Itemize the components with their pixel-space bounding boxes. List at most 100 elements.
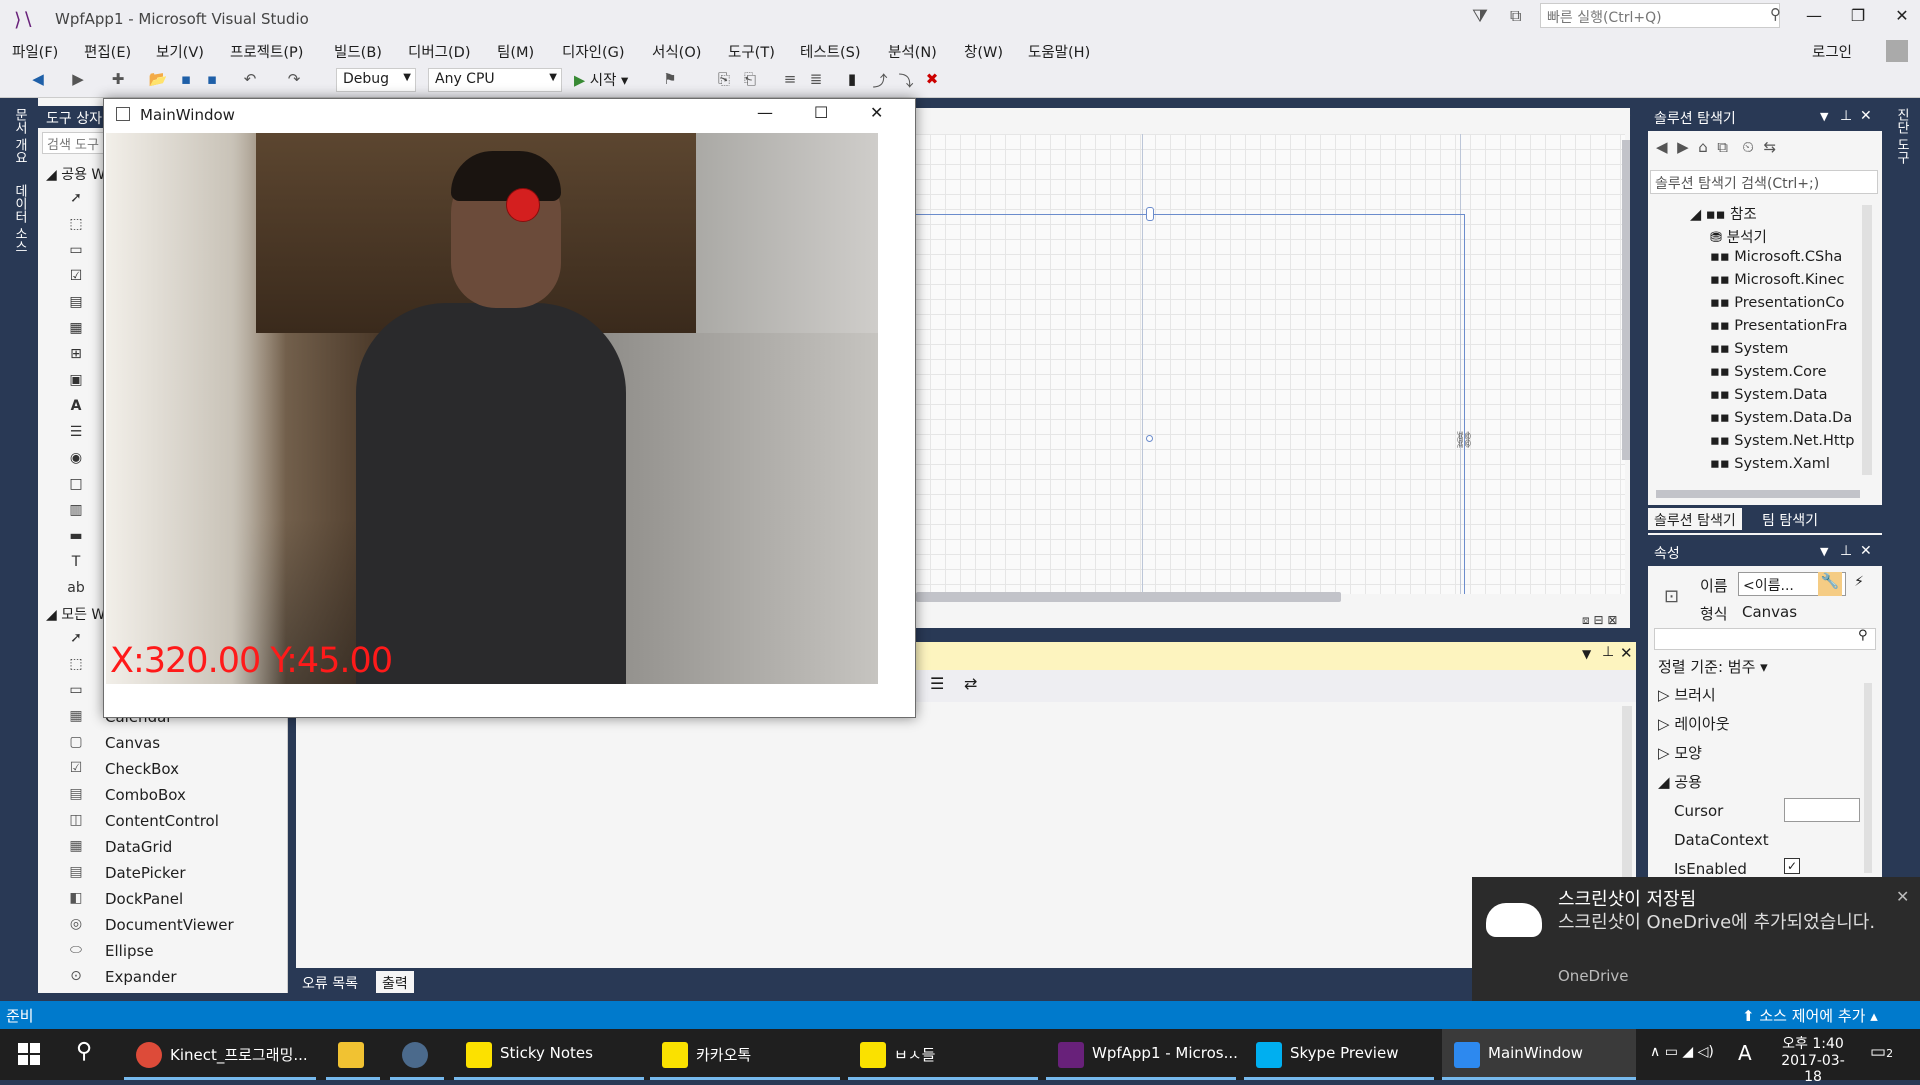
start-button[interactable] [18, 1043, 40, 1065]
toolbox-group-all[interactable]: ◢ 모든 W [46, 604, 105, 624]
grid-icon[interactable]: ⊞ [66, 346, 86, 366]
new-project-icon[interactable]: ✚ [108, 70, 128, 90]
close-icon[interactable]: ✕ [1860, 543, 1872, 559]
border-icon[interactable]: ⬚ [66, 656, 86, 676]
login-link[interactable]: 로그인 [1812, 41, 1852, 62]
category-layout[interactable]: ▷ 레이아웃 [1658, 713, 1730, 734]
back-icon[interactable]: ◀ [1656, 138, 1668, 156]
anchor-handle[interactable] [1146, 435, 1153, 442]
uncomment-icon[interactable]: ≣ [806, 70, 826, 90]
taskbar-steam[interactable] [390, 1029, 444, 1080]
category-appearance[interactable]: ▷ 모양 [1658, 742, 1702, 763]
menu-file[interactable]: 파일(F) [12, 41, 58, 62]
resize-handle[interactable] [1146, 207, 1154, 221]
menu-test[interactable]: 테스트(S) [800, 41, 861, 62]
toolbox-item-documentviewer[interactable]: ◎ DocumentViewer [38, 914, 288, 940]
textblock-icon[interactable]: T [66, 554, 86, 574]
reference-item[interactable]: ▪▪ PresentationCo [1710, 295, 1870, 311]
toolbox-item-datagrid[interactable]: ▦ DataGrid [38, 836, 288, 862]
pin-icon[interactable]: ⊥ [1602, 644, 1614, 660]
menu-team[interactable]: 팀(M) [497, 41, 534, 62]
reference-item[interactable]: ⛃ 분석기 [1710, 226, 1767, 247]
taskbar-chrome[interactable]: Kinect_프로그래밍... [124, 1029, 316, 1080]
close-icon[interactable]: ✕ [1860, 108, 1872, 124]
open-icon[interactable]: 📂 [148, 70, 168, 90]
menu-design[interactable]: 디자인(G) [562, 41, 625, 62]
tab-solution-explorer[interactable]: 솔루션 탐색기 [1648, 508, 1742, 530]
solution-search-input[interactable]: 솔루션 탐색기 검색(Ctrl+;) [1650, 170, 1878, 194]
tab-data-sources[interactable]: 데이터 소스 [10, 184, 29, 253]
undo-icon[interactable]: ↶ [240, 70, 260, 90]
word-wrap-icon[interactable]: ⇄ [964, 674, 977, 693]
filter-icon[interactable]: ⧩ [1472, 6, 1488, 27]
reference-item[interactable]: ▪▪ System.Data.Da [1710, 410, 1870, 426]
reference-item[interactable]: ▪▪ System.Net.Http [1710, 433, 1870, 449]
menu-project[interactable]: 프로젝트(P) [230, 41, 303, 62]
toolbox-item-canvas[interactable]: ▢ Canvas [38, 732, 288, 758]
clear-all-icon[interactable]: ☰ [930, 674, 944, 693]
toolbox-item-contentcontrol[interactable]: ◫ ContentControl [38, 810, 288, 836]
bookmark-prev-icon[interactable]: ⤴ [870, 70, 890, 90]
toolbox-group-common[interactable]: ◢ 공용 W [46, 164, 105, 184]
chevron-down-icon[interactable]: ▼ [1820, 545, 1828, 558]
solution-scrollbar[interactable] [1862, 205, 1872, 475]
cursor-value-input[interactable] [1784, 798, 1860, 822]
sort-by-dropdown[interactable]: 정렬 기준: 범주 ▾ [1658, 656, 1768, 677]
reference-item[interactable]: ▪▪ Microsoft.Kinec [1710, 272, 1870, 288]
menu-window[interactable]: 창(W) [964, 41, 1003, 62]
start-button[interactable]: ▶ 시작 ▾ [574, 69, 628, 93]
redo-icon[interactable]: ↷ [284, 70, 304, 90]
button-icon[interactable]: ▭ [66, 682, 86, 702]
quick-launch-input[interactable]: 빠른 실행(Ctrl+Q) [1540, 3, 1780, 28]
border-icon[interactable]: ⬚ [66, 216, 86, 236]
image-icon[interactable]: ▣ [66, 372, 86, 392]
taskbar-kakaotalk-chat[interactable]: ㅂㅅ들 [848, 1029, 1038, 1080]
solution-hscrollbar[interactable] [1656, 490, 1860, 498]
toolbar-tool-icon[interactable]: ⎘ [714, 70, 734, 90]
taskbar-visual-studio[interactable]: WpfApp1 - Micros... [1046, 1029, 1238, 1080]
references-node[interactable]: ◢ ▪▪ 참조 [1690, 203, 1757, 224]
category-common[interactable]: ◢ 공용 [1658, 771, 1702, 792]
link-icon[interactable]: ⛓ [1454, 430, 1474, 449]
action-center-icon[interactable]: ▭2 [1870, 1042, 1893, 1062]
textbox-icon[interactable]: ab [66, 580, 86, 600]
save-icon[interactable]: ▪ [176, 70, 196, 90]
toolbox-item-datepicker[interactable]: ▤ DatePicker [38, 862, 288, 888]
account-avatar-icon[interactable] [1886, 40, 1908, 62]
vertical-scrollbar[interactable] [1622, 140, 1630, 460]
configuration-select[interactable]: Debug ▼ [336, 68, 416, 92]
menu-view[interactable]: 보기(V) [156, 41, 204, 62]
minimize-button[interactable]: — [757, 103, 773, 122]
taskbar-skype[interactable]: Skype Preview [1244, 1029, 1434, 1080]
combobox-icon[interactable]: ▤ [66, 294, 86, 314]
sync-icon[interactable]: ⇆ [1764, 138, 1777, 156]
close-icon[interactable]: ✕ [1896, 887, 1909, 906]
close-button[interactable]: ✕ [1890, 6, 1914, 30]
isenabled-checkbox[interactable]: ✓ [1784, 858, 1800, 874]
tab-document-outline[interactable]: 문서 개요 [10, 108, 29, 164]
search-icon[interactable]: ⚲ [76, 1039, 92, 1064]
comment-icon[interactable]: ≡ [780, 70, 800, 90]
stackpanel-icon[interactable]: ▥ [66, 502, 86, 522]
tab-diagnostic-tools[interactable]: 진단 도구 [1892, 108, 1911, 164]
taskbar-mainwindow[interactable]: MainWindow [1442, 1029, 1636, 1080]
close-icon[interactable]: ✕ [1620, 644, 1633, 662]
feedback-icon[interactable]: ⧉ [1510, 6, 1521, 26]
toolbox-item-ellipse[interactable]: ⬭ Ellipse [38, 940, 288, 966]
lightning-icon[interactable]: ⚡ [1848, 574, 1870, 590]
bookmark-icon[interactable]: ▮ [842, 70, 862, 90]
bookmark-next-icon[interactable]: ⤵ [896, 70, 916, 90]
reference-item[interactable]: ▪▪ System.Data [1710, 387, 1870, 403]
forward-icon[interactable]: ▶ [68, 70, 88, 90]
pin-icon[interactable]: ⊥ [1840, 108, 1852, 124]
menu-build[interactable]: 빌드(B) [334, 41, 382, 62]
pointer-icon[interactable]: ➚ [66, 190, 86, 210]
menu-analyze[interactable]: 분석(N) [888, 41, 937, 62]
minimize-button[interactable]: — [1802, 6, 1826, 30]
taskbar-sticky-notes[interactable]: Sticky Notes [454, 1029, 644, 1080]
tab-output[interactable]: 출력 [376, 971, 414, 993]
datagrid-icon[interactable]: ▦ [66, 320, 86, 340]
reference-item[interactable]: ▪▪ System.Core [1710, 364, 1870, 380]
chevron-down-icon[interactable]: ▼ [1820, 110, 1828, 123]
notification-toast[interactable]: 스크린샷이 저장됨 스크린샷이 OneDrive에 추가되었습니다. OneDr… [1472, 877, 1920, 1001]
